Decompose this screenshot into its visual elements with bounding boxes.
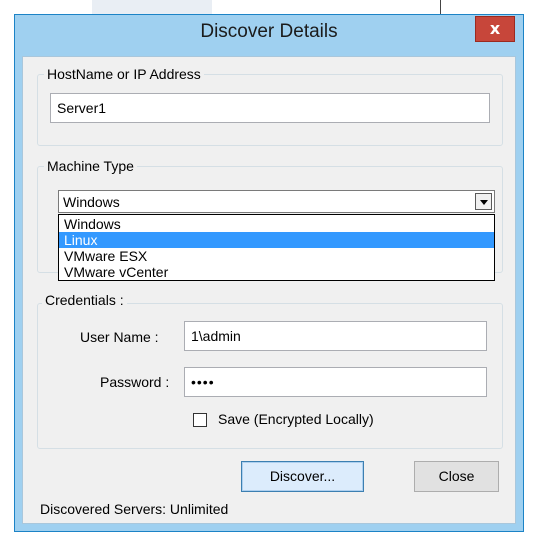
machine-type-dropdown: Windows Linux VMware ESX VMware vCenter <box>58 214 495 281</box>
close-button-label: Close <box>438 468 475 484</box>
credentials-group: Credentials : User Name : Password : •••… <box>37 291 503 449</box>
dialog-content: HostName or IP Address Machine Type Cred… <box>22 56 516 524</box>
option-windows[interactable]: Windows <box>59 216 494 232</box>
background-window-strip <box>92 0 212 14</box>
save-encrypted-label[interactable]: Save (Encrypted Locally) <box>218 411 374 427</box>
option-vmware-vcenter[interactable]: VMware vCenter <box>59 264 494 280</box>
close-button[interactable]: Close <box>414 461 499 492</box>
password-input[interactable]: •••• <box>184 367 487 397</box>
discovered-servers-status: Discovered Servers: Unlimited <box>40 501 229 517</box>
discover-button-label: Discover... <box>269 468 336 484</box>
password-label: Password : <box>100 374 170 390</box>
machine-type-select[interactable]: Windows <box>58 190 495 213</box>
dialog-title: Discover Details <box>200 21 338 42</box>
hostname-group-label: HostName or IP Address <box>44 65 204 83</box>
option-linux[interactable]: Linux <box>59 232 494 248</box>
option-vmware-esx[interactable]: VMware ESX <box>59 248 494 264</box>
username-input[interactable] <box>184 321 487 351</box>
chevron-down-icon[interactable] <box>475 193 492 210</box>
close-window-button[interactable]: x <box>475 16 515 42</box>
machine-type-selected: Windows <box>63 194 120 210</box>
username-label: User Name : <box>80 329 159 345</box>
save-encrypted-checkbox[interactable] <box>193 413 207 427</box>
password-dots: •••• <box>191 374 215 390</box>
background-area <box>0 0 538 14</box>
hostname-input[interactable] <box>50 93 490 123</box>
close-icon: x <box>489 19 501 38</box>
discover-details-dialog: Discover Details x HostName or IP Addres… <box>14 14 524 532</box>
machine-type-group-label: Machine Type <box>44 157 137 175</box>
credentials-group-label: Credentials : <box>42 291 127 309</box>
background-divider <box>440 0 441 14</box>
discover-button[interactable]: Discover... <box>241 461 364 492</box>
hostname-group: HostName or IP Address <box>37 65 503 146</box>
